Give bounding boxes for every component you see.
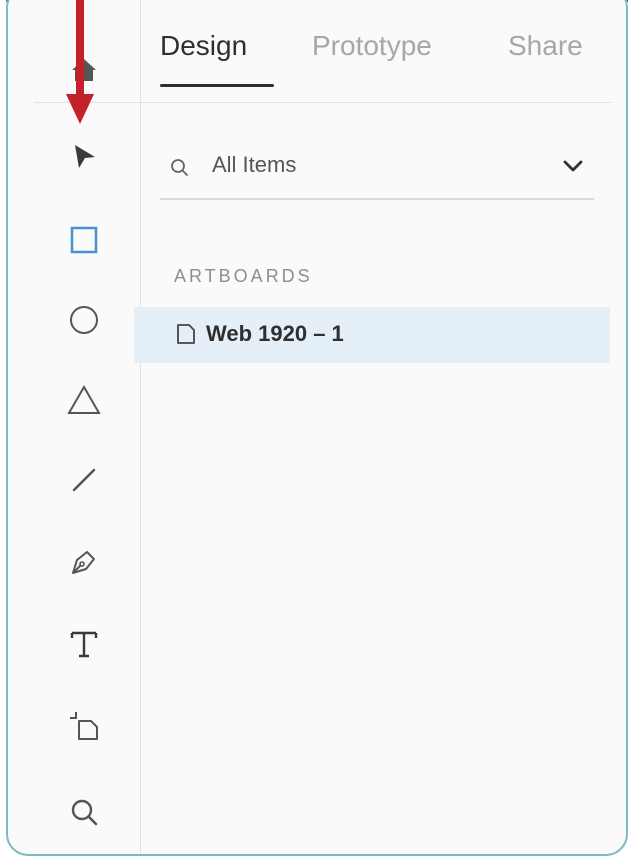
active-tab-indicator [160,84,274,87]
artboard-tool[interactable] [56,698,112,754]
zoom-icon [71,799,98,826]
tab-design[interactable]: Design [160,30,247,62]
polygon-icon [67,384,101,414]
line-icon [72,468,96,492]
artboard-list-item[interactable]: Web 1920 – 1 [134,307,610,363]
section-header-artboards: ARTBOARDS [174,266,313,286]
tabs-divider [34,102,612,103]
polygon-tool[interactable] [56,372,112,428]
artboard-label: Web 1920 – 1 [206,321,344,346]
artboard-page-icon [177,324,195,344]
artboard-icon [70,712,98,740]
rectangle-tool[interactable] [56,212,112,268]
filter-label: All Items [212,152,297,177]
ellipse-icon [70,306,98,334]
panel-tabs: Design Prototype Share [140,2,626,87]
rectangle-icon [70,226,98,254]
items-filter[interactable]: All Items [160,138,594,200]
pen-icon [72,551,95,574]
ellipse-tool[interactable] [56,292,112,348]
chevron-down-icon[interactable] [562,158,584,174]
tab-share[interactable]: Share [508,30,583,62]
search-icon [171,159,188,176]
text-tool[interactable] [56,616,112,672]
tab-prototype[interactable]: Prototype [312,30,432,62]
zoom-tool[interactable] [56,784,112,840]
annotation-arrow-icon [66,0,94,124]
pen-tool[interactable] [56,534,112,590]
line-tool[interactable] [56,452,112,508]
app-panel: Design Prototype Share All Items ARTBOAR… [6,0,628,856]
text-icon [70,631,98,658]
